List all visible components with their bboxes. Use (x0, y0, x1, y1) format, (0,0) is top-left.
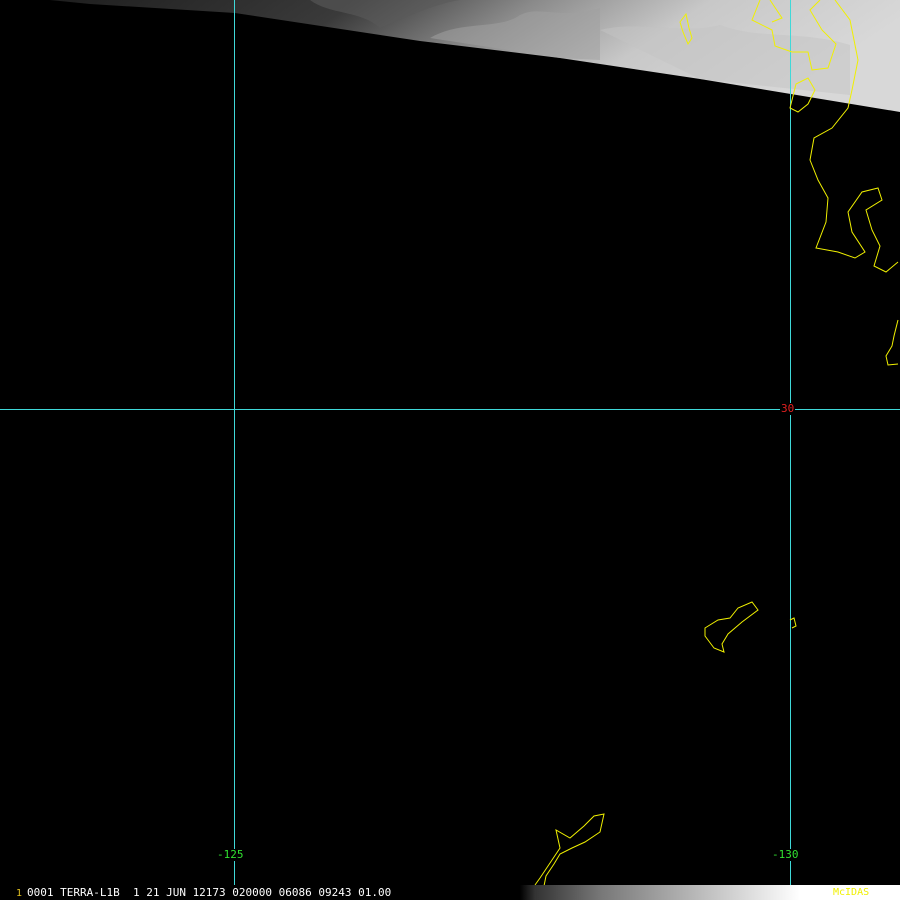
lat-lon-grid (0, 0, 900, 885)
coastline-segment (704, 601, 759, 653)
map-canvas (0, 0, 900, 887)
coastline-outlines (534, 0, 899, 887)
longitude-label-125: -125 (216, 848, 245, 861)
latitude-label-30: 30 (780, 402, 796, 415)
coastline-segment (885, 319, 899, 366)
cloud-imagery-swath (50, 0, 900, 112)
coastline-segment (534, 813, 605, 887)
longitude-label-130: -130 (771, 848, 800, 861)
satellite-image-frame: 30 -125 -130 1 0001 TERRA-L1B 1 21 JUN 1… (0, 0, 900, 900)
frame-number: 1 (16, 888, 23, 899)
mcidas-logo: McIDAS (833, 887, 870, 898)
image-info-text: 0001 TERRA-L1B 1 21 JUN 12173 020000 060… (27, 886, 392, 899)
